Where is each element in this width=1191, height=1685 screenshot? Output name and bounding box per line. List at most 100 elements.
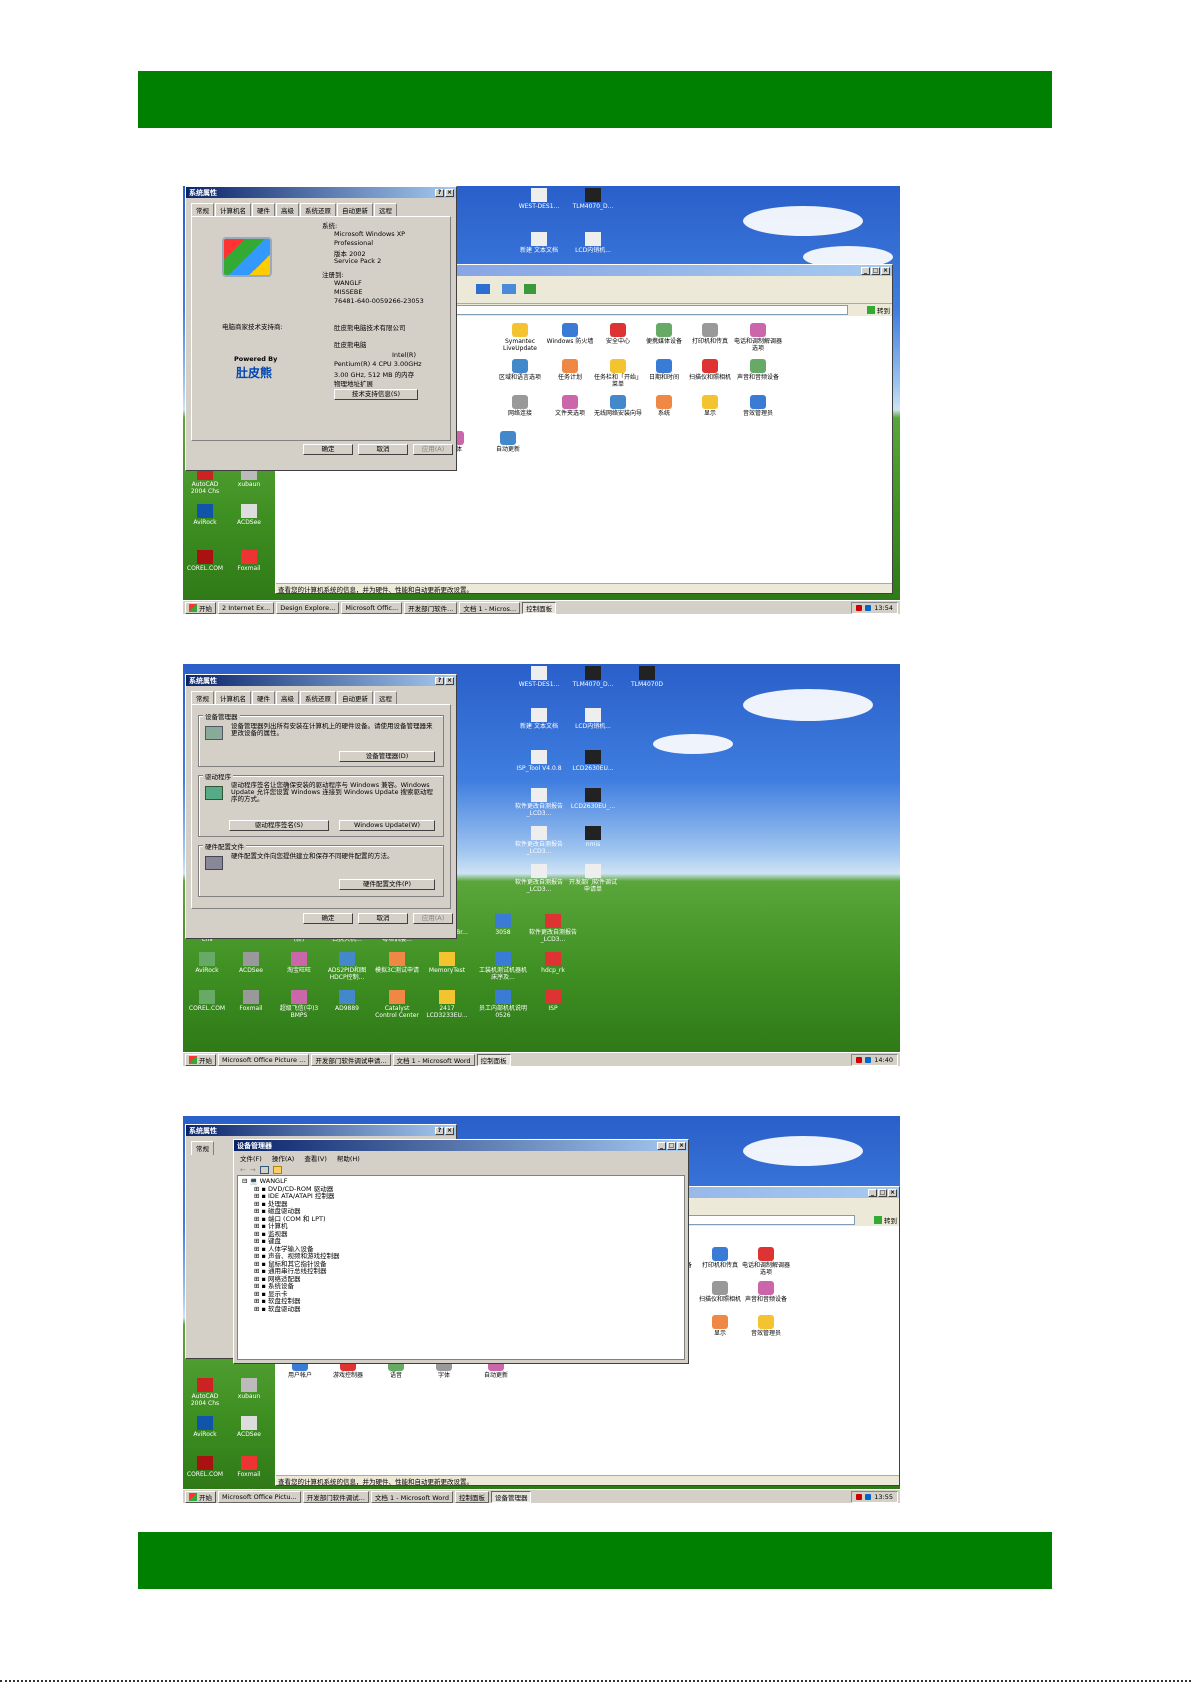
taskbar-item[interactable]: 文档 1 - Microsoft Word — [370, 1490, 453, 1503]
go-button[interactable]: 转到 — [874, 1215, 897, 1225]
help-button[interactable]: ? — [435, 1126, 444, 1135]
close-button[interactable]: × — [445, 188, 454, 197]
taskbar-item[interactable]: 设备管理器 — [490, 1490, 532, 1503]
tree-node[interactable]: ⊞ ▪ 键盘 — [254, 1237, 680, 1246]
tray-icon[interactable] — [865, 604, 872, 611]
tab-auto-update[interactable]: 自动更新 — [337, 691, 373, 704]
desktop-icon-avirock[interactable]: AviRock — [183, 504, 227, 526]
desktop-icon-foxmail[interactable]: Foxmail — [227, 1456, 271, 1478]
taskbar-item[interactable]: Microsoft Office Picture ... — [218, 1053, 310, 1066]
desktop-icon-new-text[interactable]: 新建 文本文档 — [513, 232, 565, 254]
cp-item[interactable]: 音效管理员 — [734, 395, 782, 417]
minimize-button[interactable]: _ — [657, 1141, 666, 1150]
taskbar-item[interactable]: 2 Internet Ex... — [218, 601, 275, 614]
taskbar-item[interactable]: 开发部门软件调试申请... — [311, 1053, 391, 1066]
desktop-icon[interactable]: 3058 — [479, 914, 527, 936]
desktop-icon[interactable]: LCD2630EU_... — [567, 788, 619, 810]
start-button[interactable]: 开始 — [185, 601, 216, 614]
desktop-icon[interactable]: COREL.COM — [183, 990, 231, 1012]
desktop-icon[interactable]: WEST-DES1... — [513, 666, 565, 688]
tab-general[interactable]: 常规 — [191, 203, 214, 217]
cp-item[interactable]: 扫描仪和照相机 — [696, 1281, 744, 1303]
cp-item[interactable]: 日期和时间 — [640, 359, 688, 381]
tray-icon[interactable] — [865, 1056, 872, 1063]
support-info-button[interactable]: 技术支持信息(S) — [334, 389, 418, 400]
desktop-icon[interactable]: ISP_Tool V4.0.8 — [513, 750, 565, 772]
menu-action[interactable]: 操作(A) — [272, 1153, 295, 1163]
desktop-icon-acdsee[interactable]: ACDSee — [227, 504, 271, 526]
taskbar-item[interactable]: 文档 1 - Microsoft Word — [392, 1053, 475, 1066]
taskbar-item[interactable]: 开发部门软件调试... — [302, 1490, 369, 1503]
cp-item[interactable]: 网络连接 — [496, 395, 544, 417]
menu-file[interactable]: 文件(F) — [240, 1153, 262, 1163]
tab-auto-update[interactable]: 自动更新 — [337, 203, 373, 216]
desktop-icon-lcd[interactable]: LCD内销机... — [567, 232, 619, 254]
desktop-icon[interactable]: 开发部门软件调试申请单 — [567, 864, 619, 893]
cp-item[interactable]: 音效管理员 — [742, 1315, 790, 1337]
cp-item[interactable]: 任务计划 — [546, 359, 594, 381]
minimize-button[interactable]: _ — [868, 1188, 877, 1197]
tab-remote[interactable]: 远程 — [374, 203, 397, 216]
apply-button[interactable]: 应用(A) — [413, 913, 453, 924]
help-icon[interactable] — [272, 1166, 282, 1174]
minimize-button[interactable]: _ — [861, 266, 870, 275]
desktop-icon[interactable]: 模拟3C测试申请 — [373, 952, 421, 974]
taskbar-item[interactable]: 开发部门软件... — [404, 601, 458, 614]
desktop-icon[interactable]: 员工内部机机说明0526 — [479, 990, 527, 1019]
taskbar-item[interactable]: 控制面板 — [454, 1490, 489, 1503]
maximize-button[interactable]: □ — [871, 266, 880, 275]
desktop-icon[interactable]: MemoryTest — [423, 952, 471, 974]
start-button[interactable]: 开始 — [185, 1053, 216, 1066]
taskbar-item[interactable]: 控制面板 — [476, 1053, 511, 1066]
help-button[interactable]: ? — [435, 676, 444, 685]
cp-item[interactable]: 显示 — [686, 395, 734, 417]
desktop-icon[interactable]: LCD2630EU... — [567, 750, 619, 772]
close-button[interactable]: × — [881, 266, 890, 275]
desktop-icon-autocad[interactable]: AutoCAD 2004 Chs — [183, 1378, 227, 1407]
tab-remote[interactable]: 远程 — [374, 691, 397, 704]
tab-computer-name[interactable]: 计算机名 — [215, 203, 251, 216]
desktop-icon[interactable]: 工装机测试机器机床序及... — [479, 952, 527, 981]
taskbar-item[interactable]: 文档 1 - Micros... — [459, 601, 521, 614]
desktop-icon[interactable]: 软件更改自测报告_LCD3... — [513, 788, 565, 817]
tab-general[interactable]: 常规 — [191, 691, 214, 704]
desktop-icon-corel[interactable]: COREL.COM — [183, 1456, 227, 1478]
cp-item[interactable]: 显示 — [696, 1315, 744, 1337]
tab-general[interactable]: 常规 — [191, 1141, 214, 1155]
undo-icon[interactable] — [476, 284, 490, 294]
desktop-icon[interactable]: Catalyst Control Center — [373, 990, 421, 1019]
taskbar-item[interactable]: 控制面板 — [522, 601, 557, 614]
tree-node[interactable]: ⊞ ▪ 显示卡 — [254, 1290, 680, 1299]
cp-item[interactable]: 自动更新 — [484, 431, 532, 453]
windows-update-button[interactable]: Windows Update(W) — [339, 820, 435, 831]
start-button[interactable]: 开始 — [185, 1490, 216, 1503]
menu-view[interactable]: 查看(V) — [304, 1153, 327, 1163]
tab-system-restore[interactable]: 系统还原 — [300, 691, 336, 704]
cp-item[interactable]: 安全中心 — [594, 323, 642, 345]
cp-item[interactable]: 任务栏和「开始」菜单 — [594, 359, 642, 388]
desktop-icon[interactable]: TLM4070D — [621, 666, 673, 688]
desktop-icon[interactable]: 软件更改自测报告_LCD3... — [513, 826, 565, 855]
cancel-button[interactable]: 取消 — [358, 913, 408, 924]
tray-icon[interactable] — [865, 1493, 872, 1500]
cp-item[interactable]: 无线网络安装向导 — [594, 395, 642, 417]
desktop-icon-corel[interactable]: COREL.COM — [183, 550, 227, 572]
cp-item[interactable]: 声音和音频设备 — [742, 1281, 790, 1303]
desktop-icon[interactable]: ACDSee — [227, 952, 275, 974]
desktop-icon[interactable]: 2417 LCD3233EU... — [423, 990, 471, 1019]
cancel-button[interactable]: 取消 — [358, 444, 408, 455]
close-button[interactable]: × — [677, 1141, 686, 1150]
views-icon[interactable] — [502, 284, 516, 294]
cp-item[interactable]: Symantec LiveUpdate — [496, 323, 544, 352]
desktop-icon[interactable]: 淘宝旺旺 — [275, 952, 323, 974]
ok-button[interactable]: 确定 — [303, 913, 353, 924]
cp-item[interactable]: 电话和调制解调器选项 — [742, 1247, 790, 1276]
cp-item[interactable]: 文件夹选项 — [546, 395, 594, 417]
desktop-icon[interactable]: AviRock — [183, 952, 231, 974]
tab-computer-name[interactable]: 计算机名 — [215, 691, 251, 704]
cp-item[interactable]: 便携媒体设备 — [640, 323, 688, 345]
tree-node[interactable]: ⊞ ▪ 软盘控制器 — [254, 1297, 680, 1306]
tree-node[interactable]: ⊞ ▪ 端口 (COM 和 LPT) — [254, 1215, 680, 1224]
cp-item[interactable]: 扫描仪和照相机 — [686, 359, 734, 381]
close-button[interactable]: × — [888, 1188, 897, 1197]
